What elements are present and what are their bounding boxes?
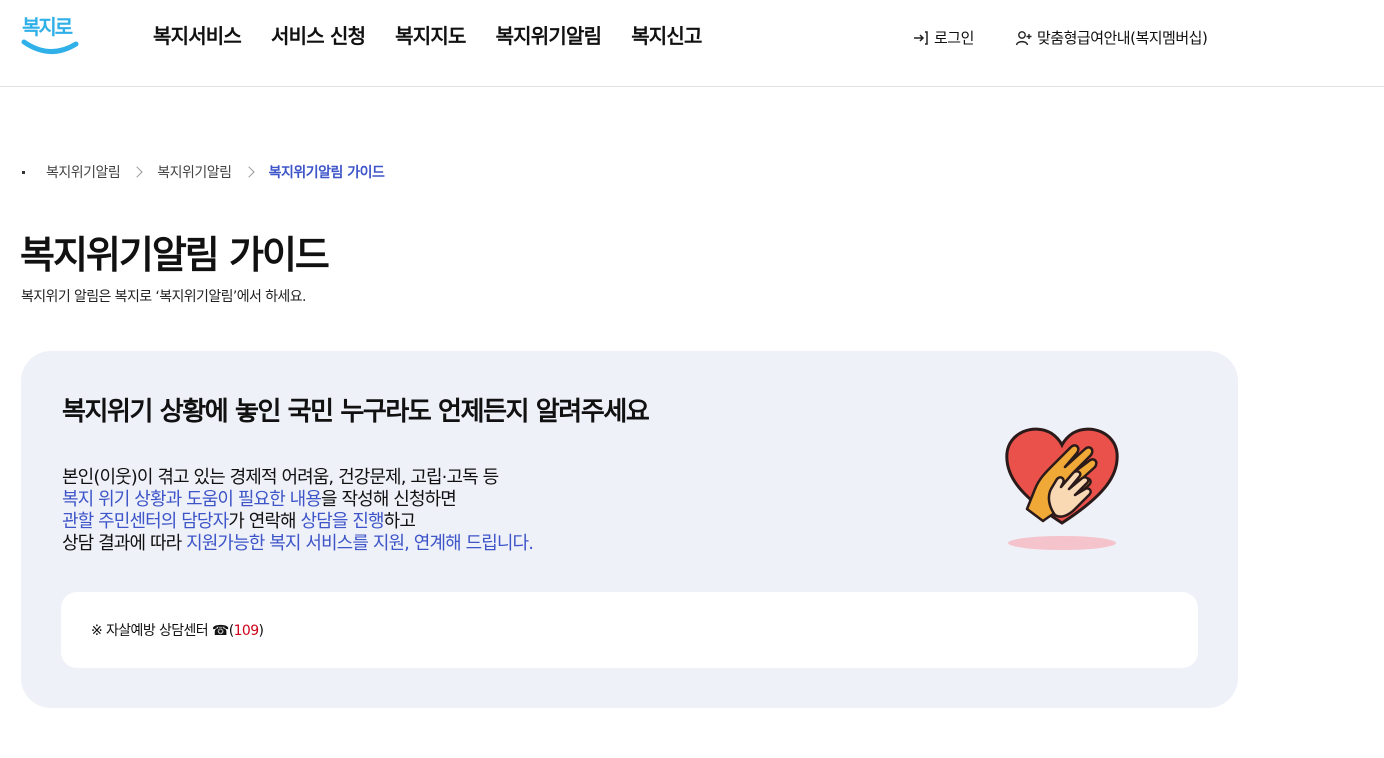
info-line-2-rest: 을 작성해 신청하면: [321, 489, 457, 510]
page-subtitle: 복지위기 알림은 복지로 ‘복지위기알림’에서 하세요.: [21, 289, 306, 305]
main-nav: 복지서비스 서비스 신청 복지지도 복지위기알림 복지신고: [153, 20, 732, 49]
notice-prefix: ※ 자살예방 상담센터 ☎(: [91, 623, 234, 639]
nav-welfare-crisis-alert[interactable]: 복지위기알림: [496, 20, 602, 49]
page-title: 복지위기알림 가이드: [20, 233, 330, 277]
info-line-3-highlight: 관할 주민센터의 담당자: [62, 511, 229, 532]
login-label: 로그인: [934, 29, 974, 47]
hotline-number[interactable]: 109: [234, 623, 260, 639]
info-line-2: 복지 위기 상황과 도움이 필요한 내용을 작성해 신청하면: [62, 489, 533, 511]
notice-text: ※ 자살예방 상담센터 ☎(109): [91, 620, 264, 640]
site-logo[interactable]: 복지로: [18, 4, 82, 60]
suicide-prevention-notice: ※ 자살예방 상담센터 ☎(109): [61, 592, 1198, 668]
breadcrumb: 복지위기알림 복지위기알림 복지위기알림 가이드: [22, 162, 385, 182]
notice-suffix: ): [258, 623, 264, 639]
breadcrumb-current: 복지위기알림 가이드: [268, 165, 385, 181]
info-line-3-mid: 가 연락해: [228, 511, 301, 532]
info-line-3-rest: 하고: [383, 511, 416, 532]
nav-welfare-report[interactable]: 복지신고: [631, 20, 702, 49]
breadcrumb-item-1[interactable]: 복지위기알림: [46, 162, 121, 182]
helping-hands-heart-icon: [999, 423, 1125, 555]
info-line-2-highlight: 복지 위기 상황과 도움이 필요한 내용: [62, 489, 322, 510]
info-box: 복지위기 상황에 놓인 국민 누구라도 언제든지 알려주세요 본인(이웃)이 겪…: [21, 351, 1238, 708]
nav-welfare-service[interactable]: 복지서비스: [153, 20, 242, 49]
info-heading: 복지위기 상황에 놓인 국민 누구라도 언제든지 알려주세요: [62, 397, 650, 427]
membership-label: 맞춤형급여안내(복지멤버십): [1037, 29, 1208, 47]
breadcrumb-home-dot: [22, 170, 25, 174]
info-body: 본인(이웃)이 겪고 있는 경제적 어려움, 건강문제, 고립·고독 등 복지 …: [62, 467, 534, 555]
info-line-3: 관할 주민센터의 담당자가 연락해 상담을 진행하고: [62, 511, 533, 533]
user-add-icon: [1015, 30, 1032, 45]
membership-link[interactable]: 맞춤형급여안내(복지멤버십): [1015, 27, 1208, 48]
chevron-right-icon: [131, 166, 143, 178]
info-line-4: 상담 결과에 따라 지원가능한 복지 서비스를 지원, 연계해 드립니다.: [62, 533, 534, 555]
logo-text: 복지로: [22, 15, 73, 39]
site-header: 복지로 복지서비스 서비스 신청 복지지도 복지위기알림 복지신고 로그인 맞춤…: [0, 0, 1384, 87]
info-line-4-pre: 상담 결과에 따라: [62, 533, 187, 554]
nav-service-apply[interactable]: 서비스 신청: [271, 20, 366, 49]
bokjiro-logo-icon: 복지로: [21, 15, 79, 54]
info-line-3-highlight-2: 상담을 진행: [300, 511, 385, 532]
nav-welfare-map[interactable]: 복지지도: [395, 20, 466, 49]
breadcrumb-item-2[interactable]: 복지위기알림: [157, 162, 232, 182]
info-line-4-highlight: 지원가능한 복지 서비스를 지원, 연계해 드립니다.: [186, 533, 534, 554]
login-icon: [914, 30, 928, 45]
info-line-1: 본인(이웃)이 겪고 있는 경제적 어려움, 건강문제, 고립·고독 등: [62, 467, 499, 488]
login-link[interactable]: 로그인: [912, 27, 974, 48]
chevron-right-icon: [242, 166, 255, 178]
